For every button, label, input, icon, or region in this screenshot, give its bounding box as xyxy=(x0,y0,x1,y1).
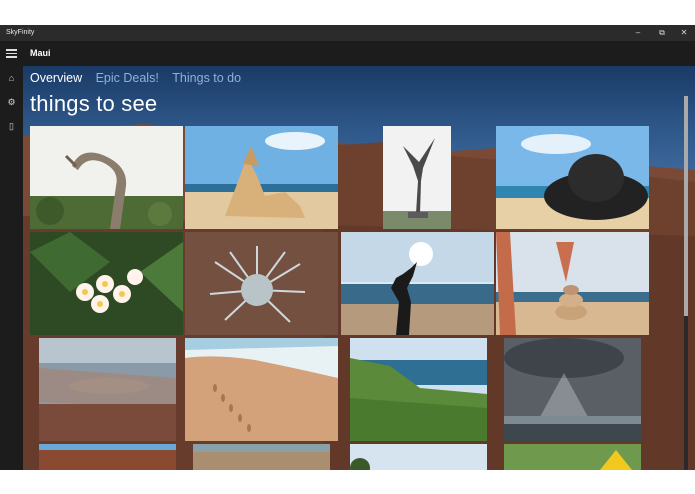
tab-strip: Overview Epic Deals! Things to do xyxy=(30,71,251,85)
vertical-scrollbar[interactable] xyxy=(684,96,688,470)
scrollbar-thumb[interactable] xyxy=(684,96,688,316)
cairn-photo[interactable] xyxy=(496,232,649,335)
sign-photo[interactable] xyxy=(504,444,641,470)
bird-statue-photo[interactable] xyxy=(383,126,451,229)
clipboard-icon[interactable]: ▯ xyxy=(4,119,19,134)
gear-icon[interactable]: ⚙ xyxy=(4,95,19,110)
app-window: SkyFinity – ⧉ ✕ Maui ⌂ ⚙ ▯ Overview Epic… xyxy=(0,25,695,470)
trees-photo[interactable] xyxy=(350,444,487,470)
minimize-button[interactable]: – xyxy=(626,25,650,41)
desert-photo[interactable] xyxy=(193,444,330,470)
maximize-button[interactable]: ⧉ xyxy=(650,25,674,41)
tab-epic-deals[interactable]: Epic Deals! xyxy=(96,71,159,85)
driftwood-photo[interactable] xyxy=(30,126,183,229)
tab-overview[interactable]: Overview xyxy=(30,71,82,85)
title-bar: SkyFinity – ⧉ ✕ xyxy=(0,25,695,41)
coast-photo[interactable] xyxy=(350,338,487,441)
silversword-photo[interactable] xyxy=(185,232,338,335)
tab-things-to-do[interactable]: Things to do xyxy=(172,71,241,85)
sidebar: ⌂ ⚙ ▯ xyxy=(0,66,23,470)
app-bar: Maui xyxy=(0,41,695,66)
cloud-rays-photo[interactable] xyxy=(504,338,641,441)
plumeria-photo[interactable] xyxy=(30,232,183,335)
main-content: Overview Epic Deals! Things to do things… xyxy=(23,66,695,470)
window-title: SkyFinity xyxy=(6,29,35,36)
close-button[interactable]: ✕ xyxy=(672,25,695,41)
rock-pile-photo[interactable] xyxy=(185,126,338,229)
footprints-photo[interactable] xyxy=(185,338,338,441)
red-crater-photo[interactable] xyxy=(39,444,176,470)
location-title: Maui xyxy=(30,48,51,58)
home-icon[interactable]: ⌂ xyxy=(4,71,19,86)
silhouette-photo[interactable] xyxy=(341,232,494,335)
section-title: things to see xyxy=(30,91,158,116)
crater-photo[interactable] xyxy=(39,338,176,441)
hamburger-icon[interactable] xyxy=(6,49,17,58)
hat-photo[interactable] xyxy=(496,126,649,229)
